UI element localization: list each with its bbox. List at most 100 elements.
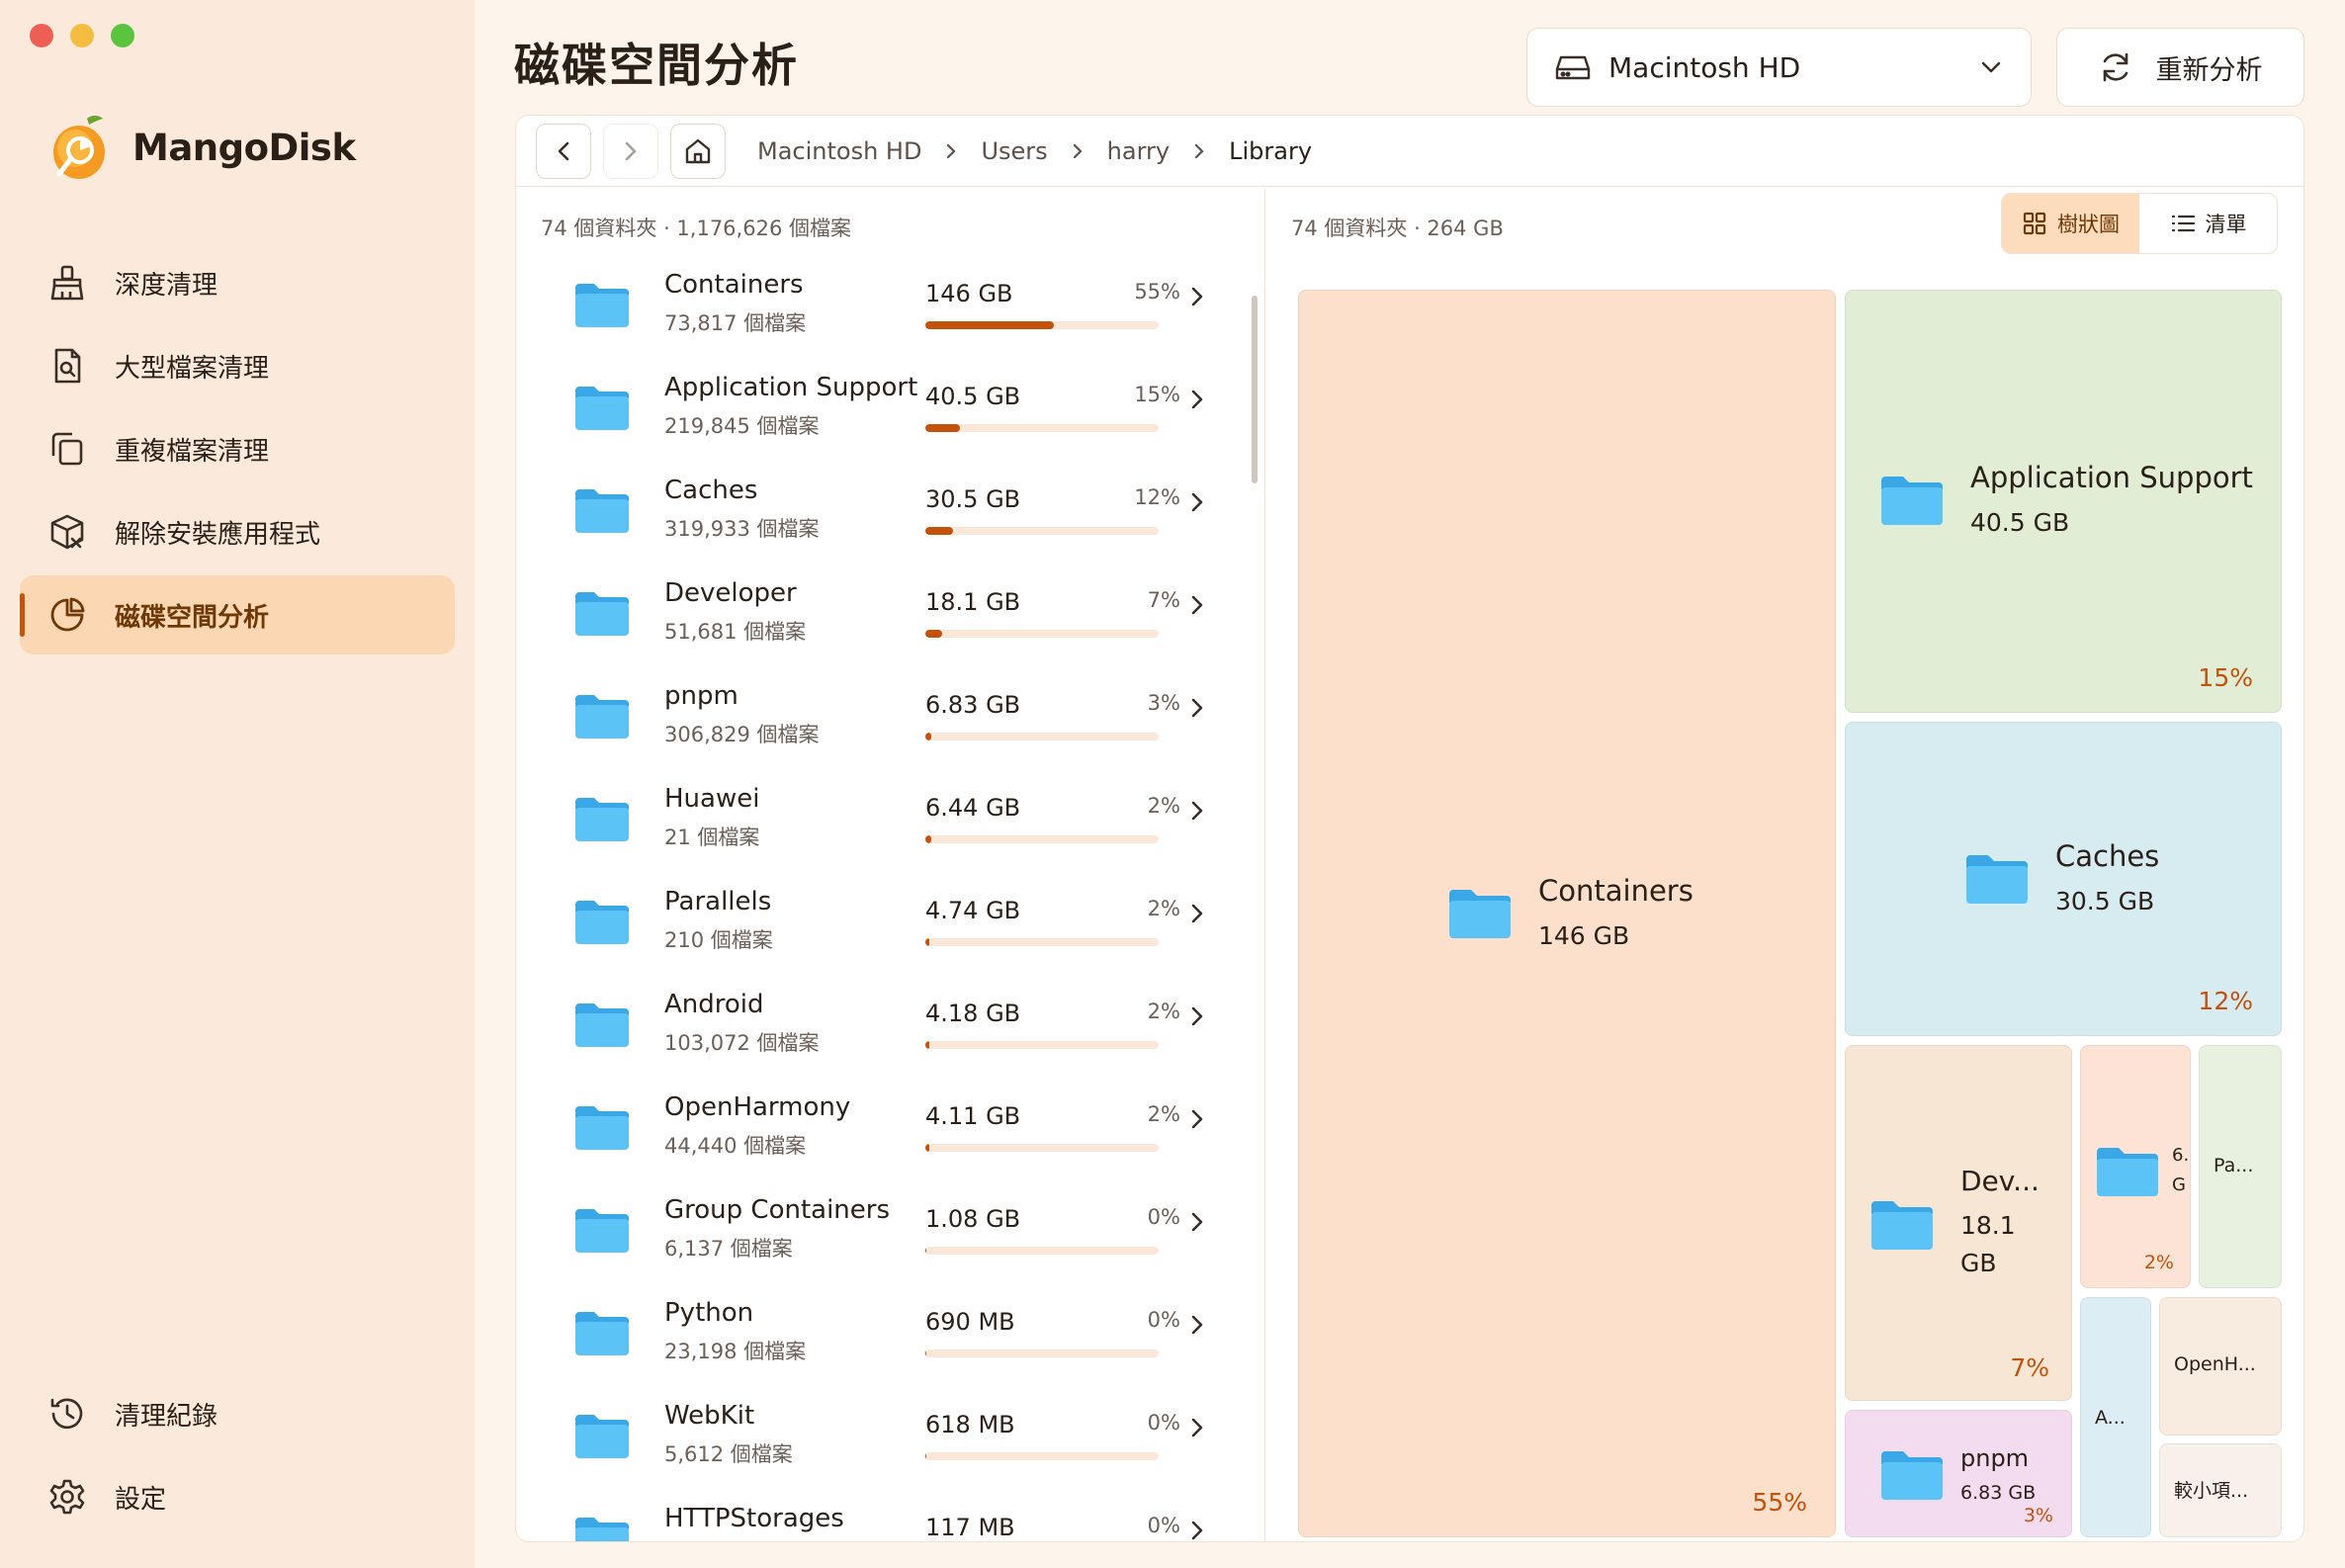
chevron-right-icon[interactable] <box>1182 1207 1212 1237</box>
history-icon <box>47 1394 87 1434</box>
treemap-tile-smaller[interactable]: 較小項... <box>2159 1443 2282 1537</box>
minimize-window-button[interactable] <box>70 24 94 47</box>
folder-icon <box>573 485 631 535</box>
chevron-right-icon[interactable] <box>1182 590 1212 620</box>
treemap-tile-parallels[interactable]: Pa... <box>2199 1045 2282 1288</box>
folder-row[interactable]: OpenHarmony 44,440 個檔案 4.11 GB 2% <box>516 1081 1248 1183</box>
folder-row[interactable]: Developer 51,681 個檔案 18.1 GB 7% <box>516 566 1248 669</box>
refresh-icon <box>2103 52 2128 82</box>
app-name: MangoDisk <box>132 126 356 169</box>
chevron-right-icon[interactable] <box>1182 1516 1212 1541</box>
folder-row[interactable]: WebKit 5,612 個檔案 618 MB 0% <box>516 1389 1248 1492</box>
tile-name: Pa... <box>2214 1155 2254 1176</box>
folder-file-count: 319,933 個檔案 <box>664 517 820 541</box>
folder-file-count: 6,137 個檔案 <box>664 1237 793 1261</box>
rescan-button[interactable]: 重新分析 <box>2056 28 2304 107</box>
breadcrumb: Macintosh HD Users harry Library <box>757 137 1312 165</box>
grid-icon <box>2023 212 2046 235</box>
folder-row[interactable]: Huawei 21 個檔案 6.44 GB 2% <box>516 772 1248 875</box>
disk-select-dropdown[interactable]: Macintosh HD <box>1526 28 2032 107</box>
treemap-tile-caches[interactable]: Caches 30.5 GB 12% <box>1845 722 2282 1036</box>
list-scrollbar[interactable] <box>1252 296 1258 483</box>
sidebar-item-uninstall[interactable]: 解除安裝應用程式 <box>20 492 455 571</box>
chevron-right-icon <box>1193 142 1205 160</box>
chevron-right-icon[interactable] <box>1182 899 1212 928</box>
folder-percent: 12% <box>1134 485 1180 509</box>
chevron-right-icon[interactable] <box>1182 1413 1212 1442</box>
chevron-right-icon[interactable] <box>1182 487 1212 517</box>
folder-row[interactable]: Containers 73,817 個檔案 146 GB 55% <box>516 258 1248 361</box>
usage-bar-fill <box>925 527 954 535</box>
breadcrumb-item[interactable]: Macintosh HD <box>757 137 921 165</box>
folder-name: pnpm <box>664 681 738 711</box>
folder-row[interactable]: Parallels 210 個檔案 4.74 GB 2% <box>516 875 1248 978</box>
folder-size: 690 MB <box>925 1308 1015 1336</box>
usage-bar-fill <box>925 1247 926 1255</box>
folder-percent: 2% <box>1147 1000 1180 1023</box>
chevron-right-icon[interactable] <box>1182 385 1212 414</box>
brand: MangoDisk <box>47 113 356 182</box>
chevron-right-icon[interactable] <box>1182 1310 1212 1340</box>
tile-name: Containers <box>1538 874 1694 908</box>
folder-row[interactable]: Python 23,198 個檔案 690 MB 0% <box>516 1286 1248 1389</box>
tile-percent: 55% <box>1752 1488 1807 1517</box>
sidebar-item-history[interactable]: 清理紀錄 <box>20 1374 455 1453</box>
chevron-right-icon[interactable] <box>1182 1104 1212 1134</box>
sidebar-item-label: 解除安裝應用程式 <box>115 519 321 550</box>
chevron-right-icon[interactable] <box>1182 282 1212 311</box>
sidebar-item-large-files[interactable]: 大型檔案清理 <box>20 326 455 405</box>
folder-file-count: 44,440 個檔案 <box>664 1134 807 1158</box>
folder-name: HTTPStorages <box>664 1504 844 1533</box>
sidebar-item-label: 磁碟空間分析 <box>115 602 270 633</box>
sidebar-item-duplicates[interactable]: 重複檔案清理 <box>20 409 455 488</box>
home-button[interactable] <box>670 123 726 179</box>
folder-name: Application Support <box>664 373 918 402</box>
sidebar-item-disk-analysis[interactable]: 磁碟空間分析 <box>20 575 455 654</box>
breadcrumb-item[interactable]: Users <box>981 137 1047 165</box>
sidebar-item-deep-clean[interactable]: 深度清理 <box>20 243 455 322</box>
folder-row[interactable]: Caches 319,933 個檔案 30.5 GB 12% <box>516 464 1248 566</box>
treemap-tile-app-support[interactable]: Application Support 40.5 GB 15% <box>1845 290 2282 713</box>
chevron-right-icon[interactable] <box>1182 1002 1212 1031</box>
treemap-pane: 74 個資料夾 · 264 GB 樹狀圖 清單 Containers 146 GB… <box>1267 189 2303 1541</box>
back-button[interactable] <box>536 123 591 179</box>
folder-row[interactable]: pnpm 306,829 個檔案 6.83 GB 3% <box>516 669 1248 772</box>
treemap-tile-containers[interactable]: Containers 146 GB 55% <box>1298 290 1836 1537</box>
folder-name: Containers <box>664 270 804 300</box>
forward-button[interactable] <box>603 123 658 179</box>
chevron-right-icon[interactable] <box>1182 796 1212 826</box>
tile-name: 6. <box>2172 1145 2190 1166</box>
view-list-button[interactable]: 清單 <box>2139 194 2277 253</box>
folder-file-count: 21 個檔案 <box>664 826 760 849</box>
usage-bar <box>925 1247 1159 1255</box>
usage-bar-fill <box>925 1041 929 1049</box>
treemap-tile-android[interactable]: A... <box>2080 1297 2151 1537</box>
view-treemap-button[interactable]: 樹狀圖 <box>2002 194 2139 253</box>
folder-file-count: 5,612 個檔案 <box>664 1442 793 1466</box>
folder-row[interactable]: Group Containers 6,137 個檔案 1.08 GB 0% <box>516 1183 1248 1286</box>
folder-file-count: 103,072 個檔案 <box>664 1031 820 1055</box>
treemap-tile-openharmony[interactable]: OpenH... <box>2159 1297 2282 1436</box>
uninstall-box-icon <box>47 512 87 552</box>
list-summary: 74 個資料夾 · 1,176,626 個檔案 <box>541 217 851 240</box>
close-window-button[interactable] <box>30 24 53 47</box>
folder-row[interactable]: Application Support 219,845 個檔案 40.5 GB 15% <box>516 361 1248 464</box>
page-title: 磁碟空間分析 <box>514 39 799 92</box>
folder-percent: 2% <box>1147 897 1180 920</box>
folder-file-count: 51,681 個檔案 <box>664 620 807 644</box>
maximize-window-button[interactable] <box>111 24 134 47</box>
tile-name: Caches <box>2055 839 2160 873</box>
folder-size: 4.18 GB <box>925 1000 1021 1027</box>
chevron-right-icon[interactable] <box>1182 693 1212 723</box>
folder-row[interactable]: Android 103,072 個檔案 4.18 GB 2% <box>516 978 1248 1081</box>
chevron-right-icon <box>1072 142 1084 160</box>
treemap-tile-pnpm[interactable]: pnpm 6.83 GB 3% <box>1845 1410 2072 1537</box>
treemap-tile-developer[interactable]: Dev... 18.1 GB 7% <box>1845 1045 2072 1401</box>
folder-icon <box>1881 1451 1943 1500</box>
sidebar-item-settings[interactable]: 設定 <box>20 1457 455 1536</box>
usage-bar <box>925 527 1159 535</box>
folder-size: 4.74 GB <box>925 897 1021 924</box>
folder-row[interactable]: HTTPStorages 117 MB 0% <box>516 1492 1248 1541</box>
treemap-tile-huawei[interactable]: 6. G 2% <box>2080 1045 2191 1288</box>
breadcrumb-item[interactable]: harry <box>1107 137 1170 165</box>
